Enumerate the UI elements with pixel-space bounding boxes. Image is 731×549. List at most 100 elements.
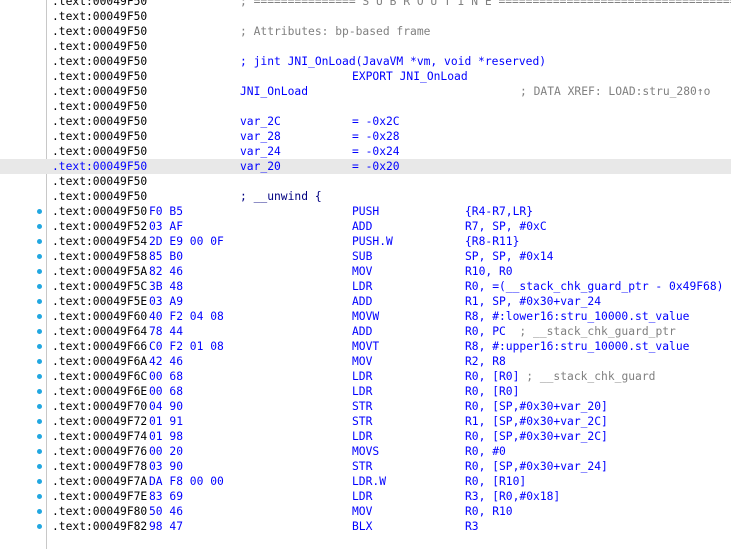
operands[interactable]: R0, [SP,#0x30+var_24] [465, 459, 608, 474]
mnemonic[interactable]: EXPORT JNI_OnLoad [352, 69, 468, 84]
operand-text[interactable]: R0, [SP,#0x30+var_20] [465, 400, 608, 413]
address[interactable]: .text:00049F50 [52, 0, 147, 9]
mnemonic[interactable]: LDR [352, 369, 372, 384]
listing-row[interactable]: .text:00049F74 01 98 LDR R0, [SP,#0x30+var_… [0, 429, 731, 444]
operand-text[interactable]: R0, =(__stack_chk_guard_ptr - 0x49F68) [465, 280, 723, 293]
mnemonic[interactable]: MOV [352, 504, 372, 519]
address[interactable]: .text:00049F50 [52, 24, 147, 39]
address[interactable]: .text:00049F76 [52, 444, 147, 459]
mnemonic[interactable]: ADD [352, 219, 372, 234]
address[interactable]: .text:00049F50 [52, 204, 147, 219]
breakpoint-dot-icon[interactable] [37, 329, 42, 334]
address[interactable]: .text:00049F50 [52, 144, 147, 159]
address[interactable]: .text:00049F50 [52, 39, 147, 54]
operand-text[interactable]: R0, [R0] [465, 370, 519, 383]
listing-row[interactable]: .text:00049F50 var_20 = -0x20 [0, 159, 731, 174]
address[interactable]: .text:00049F50 [52, 189, 147, 204]
address[interactable]: .text:00049F82 [52, 519, 147, 534]
listing-row[interactable]: .text:00049F50 var_28 = -0x28 [0, 129, 731, 144]
listing-row[interactable]: .text:00049F5A 82 46 MOV R10, R0 [0, 264, 731, 279]
listing-row[interactable]: .text:00049F7E 83 69 LDR R3, [R0,#0x18] [0, 489, 731, 504]
breakpoint-dot-icon[interactable] [37, 464, 42, 469]
breakpoint-dot-icon[interactable] [37, 209, 42, 214]
operand-text[interactable]: SP, SP, #0x14 [465, 250, 553, 263]
mnemonic[interactable]: LDR [352, 279, 372, 294]
mnemonic[interactable]: MOVS [352, 444, 379, 459]
operand-text[interactable]: R8, #:lower16:stru_10000.st_value [465, 310, 689, 323]
listing-row[interactable]: .text:00049F5E 03 A9 ADD R1, SP, #0x30+var_… [0, 294, 731, 309]
operand-text[interactable]: {R8-R11} [465, 235, 519, 248]
mnemonic[interactable]: LDR [352, 384, 372, 399]
mnemonic[interactable]: ADD [352, 294, 372, 309]
operand-text[interactable]: R0, [SP,#0x30+var_2C] [465, 430, 608, 443]
breakpoint-dot-icon[interactable] [37, 374, 42, 379]
operand-text[interactable]: R0, #0 [465, 445, 506, 458]
listing-row[interactable]: .text:00049F6A 42 46 MOV R2, R8 [0, 354, 731, 369]
operands[interactable]: R2, R8 [465, 354, 506, 369]
mnemonic[interactable]: MOV [352, 354, 372, 369]
address[interactable]: .text:00049F70 [52, 399, 147, 414]
address[interactable]: .text:00049F5C [52, 279, 147, 294]
mnemonic[interactable]: ADD [352, 324, 372, 339]
operands[interactable]: R0, =(__stack_chk_guard_ptr - 0x49F68) [465, 279, 723, 294]
listing-row[interactable]: .text:00049F50 var_24 = -0x24 [0, 144, 731, 159]
mnemonic[interactable]: STR [352, 399, 372, 414]
listing-row[interactable]: .text:00049F54 2D E9 00 0F PUSH.W {R8-R11} [0, 234, 731, 249]
mnemonic[interactable]: PUSH.W [352, 234, 393, 249]
address[interactable]: .text:00049F50 [52, 174, 147, 189]
listing-row[interactable]: .text:00049F5C 3B 48 LDR R0, =(__stack_chk_… [0, 279, 731, 294]
stack-var-name[interactable]: var_28 [240, 129, 281, 144]
operand-text[interactable]: R1, [SP,#0x30+var_2C] [465, 415, 608, 428]
xref-comment[interactable]: ; DATA XREF: LOAD:stru_280↑o [520, 84, 710, 99]
operands[interactable]: R10, R0 [465, 264, 513, 279]
address[interactable]: .text:00049F6A [52, 354, 147, 369]
breakpoint-dot-icon[interactable] [37, 524, 42, 529]
address[interactable]: .text:00049F58 [52, 249, 147, 264]
operands[interactable]: R0, [R0] ; __stack_chk_guard [465, 369, 655, 384]
address[interactable]: .text:00049F6E [52, 384, 147, 399]
breakpoint-dot-icon[interactable] [37, 269, 42, 274]
breakpoint-dot-icon[interactable] [37, 314, 42, 319]
listing-row[interactable]: .text:00049F82 98 47 BLX R3 [0, 519, 731, 534]
operands[interactable]: R8, #:lower16:stru_10000.st_value [465, 309, 689, 324]
operand-text[interactable]: R3 [465, 520, 479, 533]
mnemonic[interactable]: SUB [352, 249, 372, 264]
address[interactable]: .text:00049F54 [52, 234, 147, 249]
operands[interactable]: R1, [SP,#0x30+var_2C] [465, 414, 608, 429]
address[interactable]: .text:00049F78 [52, 459, 147, 474]
stack-var-name[interactable]: var_20 [240, 159, 281, 174]
listing-row[interactable]: .text:00049F6C 00 68 LDR R0, [R0] ; __stack… [0, 369, 731, 384]
address[interactable]: .text:00049F52 [52, 219, 147, 234]
operands[interactable]: R0, PC ; __stack_chk_guard_ptr [465, 324, 676, 339]
address[interactable]: .text:00049F80 [52, 504, 147, 519]
mnemonic[interactable]: LDR [352, 429, 372, 444]
address[interactable]: .text:00049F66 [52, 339, 147, 354]
listing-row[interactable]: .text:00049F60 40 F2 04 08 MOVW R8, #:lower… [0, 309, 731, 324]
listing-row[interactable]: .text:00049F50 EXPORT JNI_OnLoad [0, 69, 731, 84]
address[interactable]: .text:00049F50 [52, 84, 147, 99]
operand-text[interactable]: R0, PC [465, 325, 506, 338]
address[interactable]: .text:00049F50 [52, 159, 147, 174]
address[interactable]: .text:00049F50 [52, 99, 147, 114]
mnemonic[interactable]: BLX [352, 519, 372, 534]
mnemonic[interactable]: STR [352, 459, 372, 474]
address[interactable]: .text:00049F64 [52, 324, 147, 339]
operand-text[interactable]: R0, [SP,#0x30+var_24] [465, 460, 608, 473]
listing-row[interactable]: .text:00049F50 [0, 9, 731, 24]
address[interactable]: .text:00049F50 [52, 54, 147, 69]
breakpoint-dot-icon[interactable] [37, 434, 42, 439]
operands[interactable]: R0, #0 [465, 444, 506, 459]
operands[interactable]: SP, SP, #0x14 [465, 249, 553, 264]
mnemonic[interactable]: MOVT [352, 339, 379, 354]
breakpoint-dot-icon[interactable] [37, 449, 42, 454]
address[interactable]: .text:00049F6C [52, 369, 147, 384]
operands[interactable]: R0, [R10] [465, 474, 526, 489]
operands[interactable]: R7, SP, #0xC [465, 219, 547, 234]
listing-row[interactable]: .text:00049F70 04 90 STR R0, [SP,#0x30+var_… [0, 399, 731, 414]
operands[interactable]: R0, [SP,#0x30+var_2C] [465, 429, 608, 444]
address[interactable]: .text:00049F72 [52, 414, 147, 429]
operand-text[interactable]: R7, SP, #0xC [465, 220, 547, 233]
listing-row[interactable]: .text:00049F50 ; Attributes: bp-based fra… [0, 24, 731, 39]
breakpoint-dot-icon[interactable] [37, 404, 42, 409]
address[interactable]: .text:00049F60 [52, 309, 147, 324]
